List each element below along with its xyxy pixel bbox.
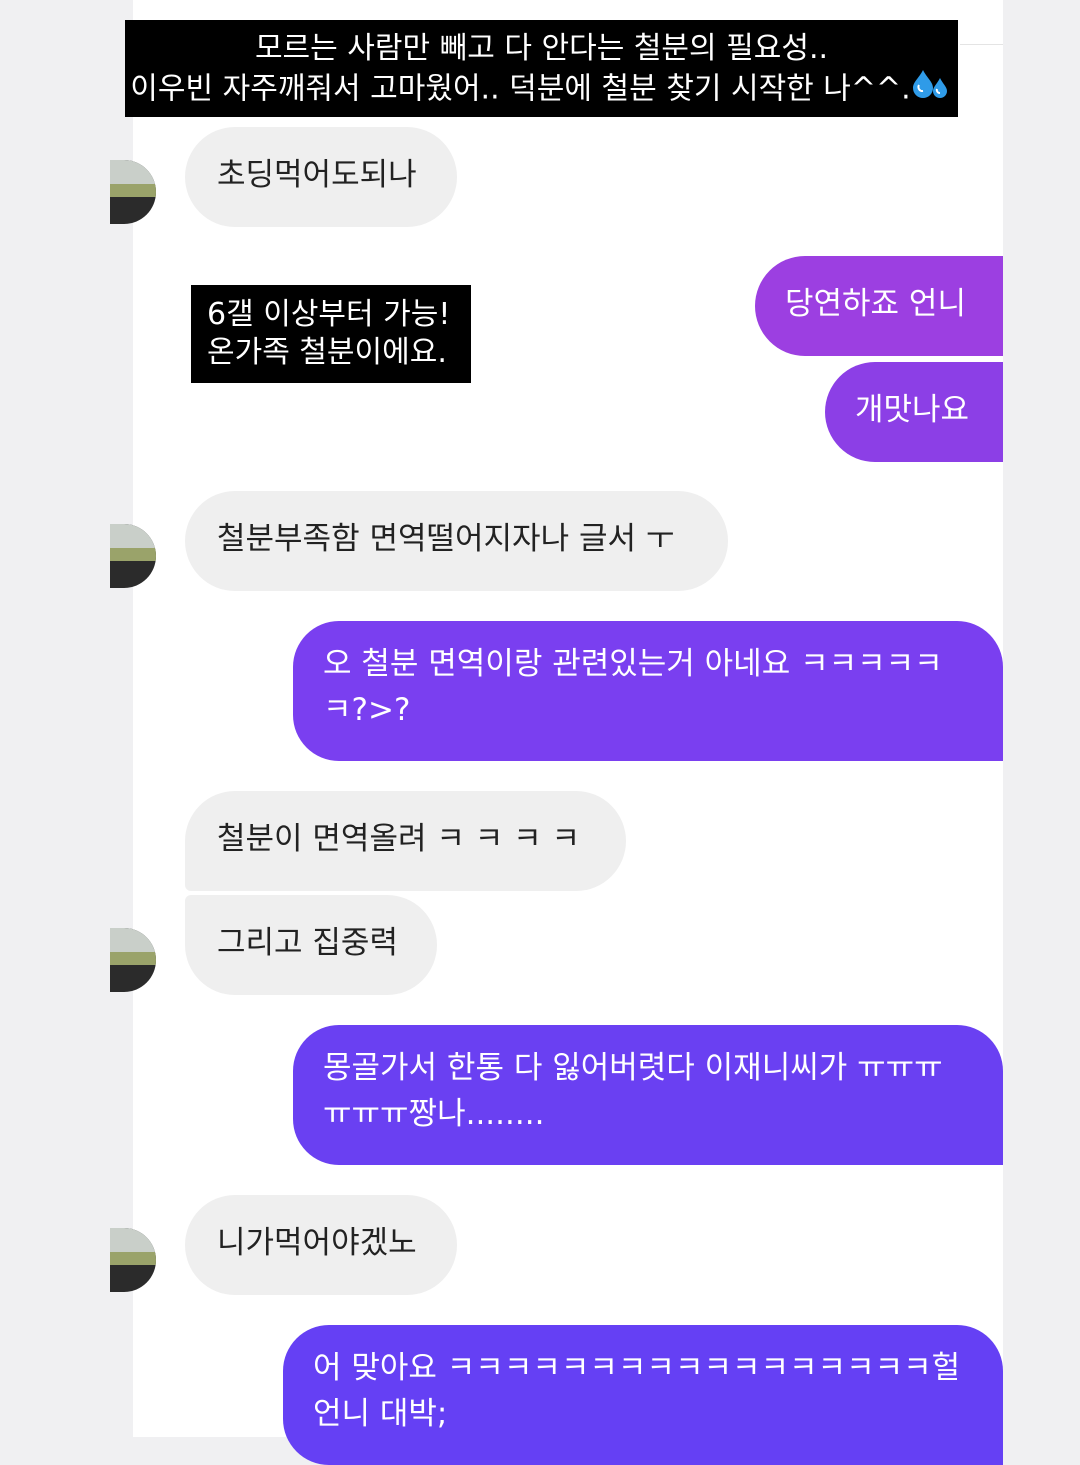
message-text: 당연하죠 언니 (785, 286, 966, 322)
message-text: 개맛나요 (855, 392, 970, 428)
message-outgoing[interactable]: 어 맞아요 ㅋㅋㅋㅋㅋㅋㅋㅋㅋㅋㅋㅋㅋㅋㅋㅋㅋ헐 언니 대박; (283, 1325, 1003, 1465)
message-outgoing[interactable]: 당연하죠 언니 (755, 256, 1003, 356)
message-outgoing[interactable]: 몽골가서 한통 다 잃어버렷다 이재니씨가 ㅠㅠㅠ ㅠㅠㅠ짱나........ (293, 1025, 1003, 1165)
message-text: 초딩먹어도되나 (217, 157, 417, 193)
message-incoming[interactable]: 니가먹어야겠노 (185, 1195, 457, 1295)
message-text-line-2: ㅋ?>? (323, 692, 411, 728)
divider (960, 44, 1003, 45)
message-text: 그리고 집중력 (217, 925, 398, 961)
caption-overlay: 모르는 사람만 빼고 다 안다는 철분의 필요성.. 이우빈 자주깨줘서 고마웠… (125, 20, 958, 117)
message-text: 니가먹어야겠노 (217, 1225, 417, 1261)
message-incoming[interactable]: 철분이 면역올려 ㅋ ㅋ ㅋ ㅋ (185, 791, 626, 891)
message-text-line-2: ㅠㅠㅠ짱나........ (323, 1096, 545, 1132)
message-text-line-1: 어 맞아요 ㅋㅋㅋㅋㅋㅋㅋㅋㅋㅋㅋㅋㅋㅋㅋㅋㅋ헐 (313, 1350, 961, 1386)
promo-note: 6갤 이상부터 가능! 온가족 철분이에요. (191, 285, 471, 383)
message-text-line-1: 몽골가서 한통 다 잃어버렷다 이재니씨가 ㅠㅠㅠ (323, 1050, 943, 1086)
message-text: 철분부족함 면역떨어지자나 글서 ㅜ (217, 521, 675, 557)
message-outgoing[interactable]: 오 철분 면역이랑 관련있는거 아네요 ㅋㅋㅋㅋㅋ ㅋ?>? (293, 621, 1003, 761)
message-incoming[interactable]: 초딩먹어도되나 (185, 127, 457, 227)
sweat-droplets-icon (912, 68, 953, 112)
message-incoming[interactable]: 철분부족함 면역떨어지자나 글서 ㅜ (185, 491, 728, 591)
caption-line-1: 모르는 사람만 빼고 다 안다는 철분의 필요성.. (254, 31, 829, 66)
message-text-line-2: 언니 대박; (313, 1396, 448, 1432)
message-text-line-1: 오 철분 면역이랑 관련있는거 아네요 ㅋㅋㅋㅋㅋ (323, 646, 943, 682)
message-text: 철분이 면역올려 ㅋ ㅋ ㅋ ㅋ (217, 821, 580, 857)
message-incoming[interactable]: 그리고 집중력 (185, 895, 437, 995)
message-outgoing[interactable]: 개맛나요 (825, 362, 1003, 462)
note-line-2: 온가족 철분이에요. (207, 335, 447, 370)
note-line-1: 6갤 이상부터 가능! (207, 297, 451, 332)
caption-line-2-text: 이우빈 자주깨줘서 고마웠어.. 덕분에 철분 찾기 시작한 나^^. (130, 71, 911, 107)
caption-line-2: 이우빈 자주깨줘서 고마웠어.. 덕분에 철분 찾기 시작한 나^^. (125, 68, 958, 112)
